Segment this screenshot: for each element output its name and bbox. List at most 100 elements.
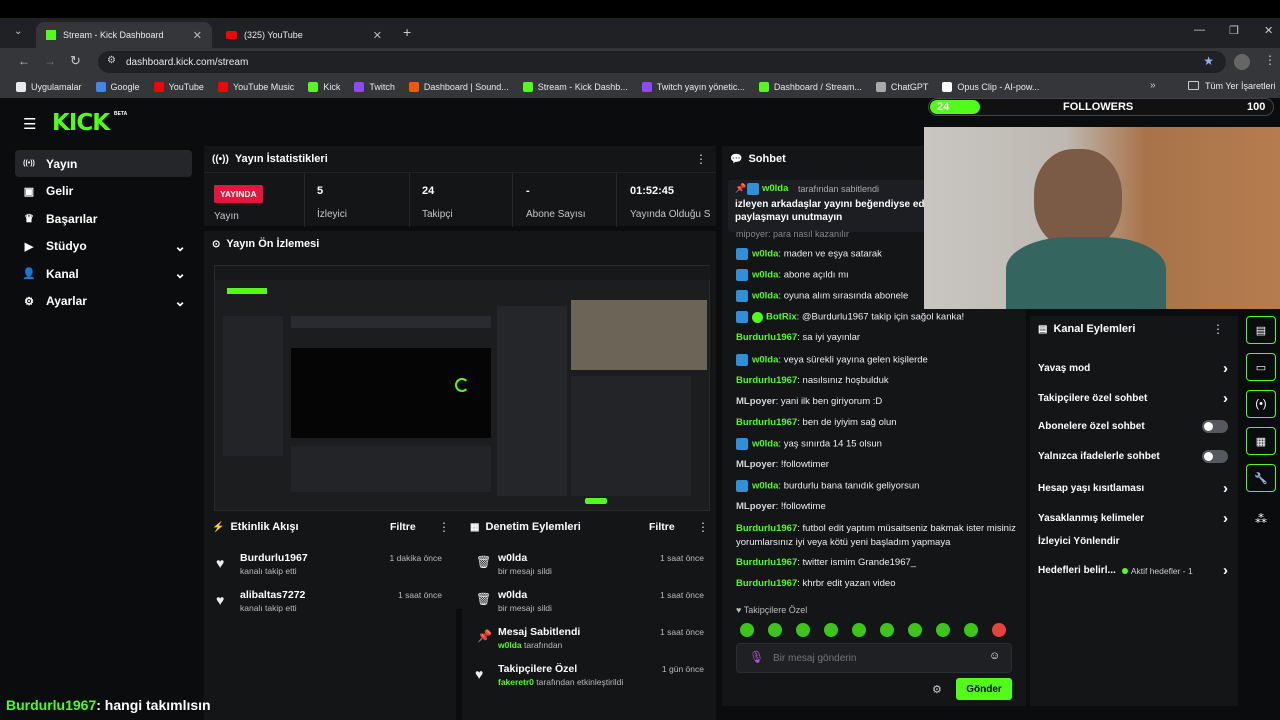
more-options-icon[interactable]: ⋮ [697, 520, 709, 534]
bookmark-item[interactable]: YouTube [153, 82, 204, 92]
chat-username[interactable]: w0lda [752, 270, 778, 281]
chat-message[interactable]: Burdurlu1967: khrbr edit yazan video [736, 578, 1026, 589]
pinned-user[interactable]: w0lda [762, 183, 788, 194]
chat-username[interactable]: w0lda [752, 481, 778, 492]
chat-message[interactable]: BotRix: @Burdurlu1967 takip için sağol k… [736, 311, 1026, 324]
emoji-icon[interactable]: ☺ [989, 650, 1000, 662]
site-info-icon[interactable]: ⚙ [107, 55, 116, 66]
kick-logo[interactable]: KICK [52, 110, 110, 136]
notes-button[interactable]: ▤ [1246, 316, 1276, 344]
sidebar-item-2[interactable]: ▣ Gelir [15, 178, 192, 205]
chat-input[interactable] [773, 649, 983, 667]
chat-username[interactable]: Burdurlu1967 [736, 417, 797, 428]
sidebar-item-3[interactable]: ♛ Başarılar [15, 205, 192, 232]
window-close-icon[interactable]: ✕ [1264, 24, 1273, 37]
channel-action-item[interactable]: Yasaklanmış kelimeler › [1038, 510, 1228, 527]
chat-username[interactable]: w0lda [752, 249, 778, 260]
more-options-icon[interactable]: ⋮ [438, 520, 450, 534]
chat-username[interactable]: w0lda [752, 354, 778, 365]
tab-list-icon[interactable]: ⌄ [14, 26, 22, 37]
channel-action-item[interactable]: Abonelere özel sohbet [1038, 420, 1228, 433]
broadcast-button[interactable]: (•) [1246, 390, 1276, 418]
activity-user[interactable]: Burdurlu1967 [240, 552, 308, 564]
sidebar-item-4[interactable]: ▶ Stüdyo ⌄ [15, 233, 192, 260]
bookmark-item[interactable]: Dashboard / Stream... [758, 82, 862, 92]
channel-action-item[interactable]: Yavaş mod › [1038, 360, 1228, 377]
chat-toggle-button[interactable]: ▭ [1246, 353, 1276, 381]
close-icon[interactable]: ✕ [193, 29, 202, 42]
chat-message[interactable]: Burdurlu1967: twitter ismim Grande1967_ [736, 557, 1026, 568]
emote-icon[interactable] [740, 623, 754, 637]
chat-username[interactable]: MLpoyer [736, 396, 776, 407]
new-tab-icon[interactable]: + [403, 24, 411, 40]
channel-action-item[interactable]: Takipçilere özel sohbet › [1038, 390, 1228, 407]
bookmark-item[interactable]: Twitch [354, 82, 395, 92]
bookmark-item[interactable]: Dashboard | Sound... [408, 82, 509, 92]
filter-button[interactable]: Filtre [390, 521, 416, 533]
chat-message[interactable]: MLpoyer: !followtime [736, 501, 1026, 512]
chat-message[interactable]: Burdurlu1967: sa iyi yayınlar [736, 332, 1026, 343]
chat-message[interactable]: w0lda: yaş sınırda 14 15 olsun [736, 437, 1026, 450]
chat-message[interactable]: Burdurlu1967: futbol edit yaptım müsaits… [736, 522, 1026, 550]
close-icon[interactable]: ✕ [373, 29, 382, 42]
bookmark-item[interactable]: Twitch yayın yönetic... [641, 82, 745, 92]
browser-menu-icon[interactable]: ⋮ [1264, 53, 1276, 67]
more-options-icon[interactable]: ⋮ [1212, 322, 1224, 336]
more-bookmarks-icon[interactable]: » [1150, 80, 1156, 91]
chat-username[interactable]: MLpoyer [736, 501, 776, 512]
toggle-switch[interactable] [1202, 450, 1228, 463]
chat-message[interactable]: MLpoyer: !followtimer [736, 459, 1026, 470]
emote-icon[interactable] [936, 623, 950, 637]
chat-username[interactable]: MLpoyer [736, 459, 776, 470]
address-bar[interactable]: ⚙ dashboard.kick.com/stream ★ [98, 51, 1226, 73]
bookmark-item[interactable]: Opus Clip - AI-pow... [942, 82, 1039, 92]
bookmark-item[interactable]: Stream - Kick Dashb... [522, 82, 628, 92]
emote-icon[interactable] [852, 623, 866, 637]
hamburger-menu-icon[interactable]: ☰ [23, 115, 36, 133]
bookmark-item[interactable]: Uygulamalar [16, 82, 82, 92]
chat-message[interactable]: Burdurlu1967: nasılsınız hoşbulduk [736, 375, 1026, 386]
emote-icon[interactable] [768, 623, 782, 637]
microphone-icon[interactable]: 🎙 [749, 650, 764, 664]
moderation-user[interactable]: w0lda [498, 640, 522, 650]
layout-button[interactable]: ▦ [1246, 427, 1276, 455]
chat-username[interactable]: Burdurlu1967 [736, 523, 797, 534]
bookmark-item[interactable]: YouTube Music [217, 82, 294, 92]
chat-message[interactable]: MLpoyer: yani ilk ben giriyorum :D [736, 396, 1026, 407]
back-icon[interactable]: ← [18, 54, 30, 68]
emote-icon[interactable] [796, 623, 810, 637]
send-button[interactable]: Gönder [956, 678, 1012, 700]
emote-icon[interactable] [992, 623, 1006, 637]
filter-button[interactable]: Filtre [649, 521, 675, 533]
star-icon[interactable]: ★ [1203, 54, 1214, 68]
chat-username[interactable]: Burdurlu1967 [736, 332, 797, 343]
chat-username[interactable]: w0lda [752, 438, 778, 449]
add-widget-icon[interactable]: ⁂ [1255, 512, 1267, 526]
chat-message[interactable]: w0lda: veya sürekli yayına gelen kişiler… [736, 353, 1026, 366]
moderation-user[interactable]: fakeretr0 [498, 677, 534, 687]
chat-message[interactable]: w0lda: burdurlu bana tanıdık geliyorsun [736, 480, 1026, 493]
chat-username[interactable]: Burdurlu1967 [736, 375, 797, 386]
emote-icon[interactable] [880, 623, 894, 637]
tab-youtube[interactable]: (325) YouTube ✕ [216, 22, 392, 48]
forward-icon[interactable]: → [44, 54, 56, 68]
chat-username[interactable]: w0lda [752, 291, 778, 302]
bookmark-item[interactable]: Kick [308, 82, 340, 92]
chat-username[interactable]: BotRix [766, 312, 797, 323]
chat-username[interactable]: Burdurlu1967 [736, 557, 797, 568]
toggle-switch[interactable] [1202, 420, 1228, 433]
chat-message[interactable]: Burdurlu1967: ben de iyiyim sağ olun [736, 417, 1026, 428]
chat-settings-icon[interactable]: ⚙ [932, 683, 942, 696]
activity-user[interactable]: alibaltas7272 [240, 589, 305, 601]
emote-icon[interactable] [908, 623, 922, 637]
channel-action-item[interactable]: İzleyici Yönlendir [1038, 536, 1228, 547]
channel-action-item[interactable]: Hesap yaşı kısıtlaması › [1038, 480, 1228, 497]
profile-avatar[interactable] [1234, 54, 1250, 70]
emote-icon[interactable] [824, 623, 838, 637]
sidebar-item-1[interactable]: ((•)) Yayın [15, 150, 192, 177]
sidebar-item-6[interactable]: ⚙ Ayarlar ⌄ [15, 288, 192, 315]
minimize-icon[interactable]: — [1194, 24, 1205, 36]
channel-action-item[interactable]: Yalnızca ifadelerle sohbet [1038, 450, 1228, 463]
moderation-user[interactable]: w0lda [498, 589, 527, 601]
all-bookmarks[interactable]: Tüm Yer İşaretleri [1205, 81, 1276, 91]
